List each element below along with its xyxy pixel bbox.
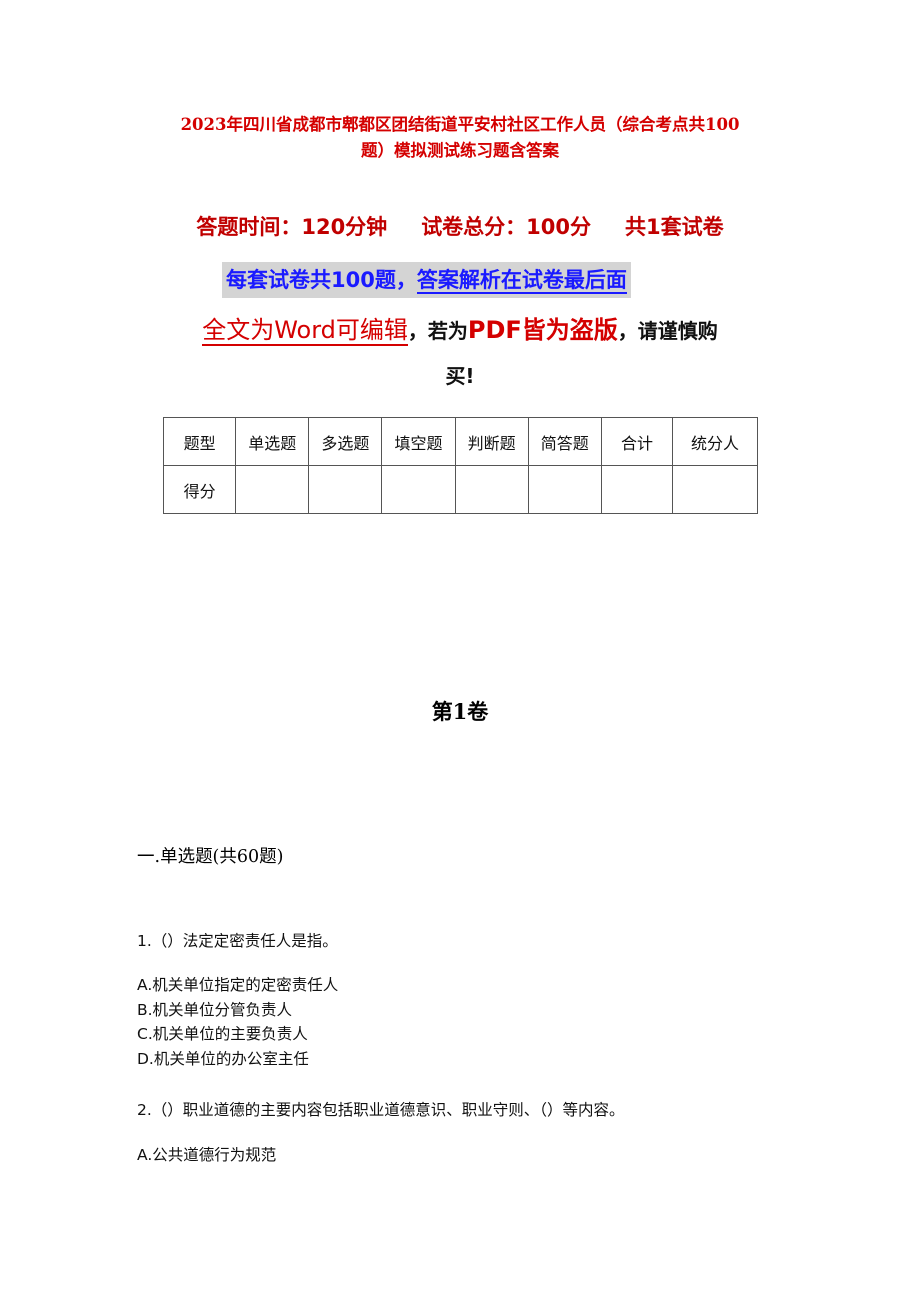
score-header-cell: 判断题 [454, 417, 529, 466]
option-d: D.机关单位的办公室主任 [137, 1049, 309, 1068]
score-cell-multiple-choice[interactable] [308, 465, 383, 514]
question-options: A.机关单位指定的定密责任人 B.机关单位分管负责人 C.机关单位的主要负责人 … [137, 973, 338, 1071]
score-row-label: 得分 [162, 465, 237, 514]
answer-notice: 每套试卷共100题，答案解析在试卷最后面 [222, 262, 631, 298]
score-cell-short-answer[interactable] [527, 465, 602, 514]
section-title: 一.单选题(共60题) [137, 847, 284, 867]
warning-pdf-pirated: PDF皆为盗版 [467, 316, 618, 344]
score-cell-single-choice[interactable] [235, 465, 310, 514]
option-a: A.机关单位指定的定密责任人 [137, 976, 339, 994]
document-title-line-2: 题）模拟测试练习题含答案 [361, 141, 559, 160]
warning-comma: ， [407, 319, 428, 343]
exam-total-score: 试卷总分：100分 [421, 215, 592, 239]
exam-meta: 答题时间：120分钟 试卷总分：100分 共1套试卷 [0, 211, 920, 241]
question-options: A.公共道德行为规范 [137, 1143, 276, 1168]
score-header-cell: 合计 [600, 417, 674, 466]
score-header-cell: 统分人 [672, 417, 758, 466]
exam-time: 答题时间：120分钟 [196, 215, 388, 239]
score-table-score-row: 得分 [162, 465, 758, 514]
score-header-cell: 单选题 [235, 417, 310, 466]
score-header-cell: 填空题 [381, 417, 456, 466]
piracy-warning-line-2: 买! [445, 364, 475, 388]
option-a: A.公共道德行为规范 [137, 1146, 277, 1164]
score-cell-scorer[interactable] [672, 465, 758, 514]
score-table-header-row: 题型 单选题 多选题 填空题 判断题 简答题 合计 统分人 [162, 417, 758, 466]
warning-editable: 全文为Word可编辑 [202, 316, 408, 346]
exam-sets: 共1套试卷 [625, 215, 724, 239]
score-cell-fill-blank[interactable] [381, 465, 456, 514]
option-c: C.机关单位的主要负责人 [137, 1025, 308, 1043]
score-cell-total[interactable] [600, 465, 674, 514]
option-b: B.机关单位分管负责人 [137, 1000, 293, 1019]
score-header-cell: 简答题 [527, 417, 602, 466]
notice-answer-location: 答案解析在试卷最后面 [416, 268, 627, 294]
score-header-cell: 题型 [162, 417, 237, 466]
notice-question-count: 每套试卷共100题， [226, 268, 417, 292]
question-stem: 2.（）职业道德的主要内容包括职业道德意识、职业守则、（）等内容。 [137, 1101, 625, 1119]
warning-caution: ，请谨慎购 [617, 319, 718, 343]
piracy-warning: 全文为Word可编辑，若为PDF皆为盗版，请谨慎购 [0, 310, 920, 346]
score-header-cell: 多选题 [308, 417, 383, 466]
volume-title: 第1卷 [431, 699, 489, 724]
score-table: 题型 单选题 多选题 填空题 判断题 简答题 合计 统分人 得分 [162, 417, 758, 514]
warning-if: 若为 [427, 319, 468, 343]
score-cell-true-false[interactable] [454, 465, 529, 514]
question-stem: 1.（）法定定密责任人是指。 [137, 932, 338, 950]
document-title-line-1: 2023年四川省成都市郫都区团结街道平安村社区工作人员（综合考点共100 [180, 115, 740, 134]
